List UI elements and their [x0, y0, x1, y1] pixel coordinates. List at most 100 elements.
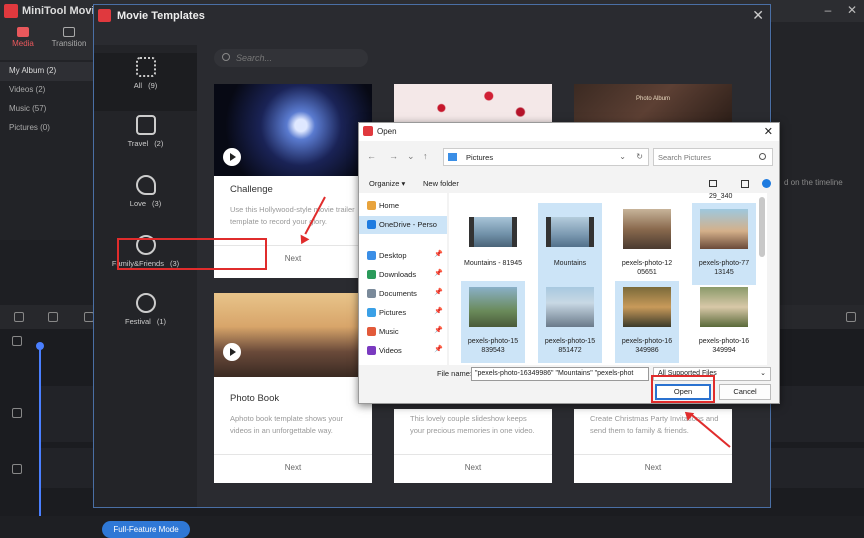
template-card-christmas[interactable]: Create Christmas Party Invitations and s…	[574, 409, 732, 483]
redo-icon[interactable]	[48, 312, 58, 322]
template-card-love-top[interactable]	[394, 84, 552, 124]
pin-icon[interactable]: 📌	[434, 345, 443, 353]
pin-icon[interactable]: 📌	[434, 269, 443, 277]
pin-icon[interactable]: 📌	[434, 326, 443, 334]
window-close-icon[interactable]: ✕	[842, 3, 862, 17]
pin-icon[interactable]: 📌	[434, 288, 443, 296]
next-button[interactable]: Next	[574, 454, 732, 480]
play-icon[interactable]	[223, 148, 241, 166]
back-arrow-icon[interactable]: ←	[367, 151, 376, 161]
search-input[interactable]: Search Pictures	[653, 148, 773, 166]
next-button[interactable]: Next	[394, 454, 552, 480]
next-button[interactable]: Next	[214, 454, 372, 480]
template-card-album-top[interactable]: Photo Album	[574, 84, 732, 124]
refresh-icon[interactable]: ↻	[636, 152, 643, 161]
template-thumbnail: Photo Album	[574, 84, 732, 124]
file-tile[interactable]: pexels-photo-77 13145	[692, 203, 756, 285]
full-feature-mode-button[interactable]: Full-Feature Mode	[102, 521, 190, 538]
chevron-down-icon[interactable]: ⌄	[619, 152, 626, 161]
library-item-music[interactable]: Music (57)	[0, 100, 95, 119]
pictures-icon	[367, 308, 376, 317]
minimize-icon[interactable]: –	[818, 3, 838, 17]
library-item-pictures[interactable]: Pictures (0)	[0, 119, 95, 138]
nav-item-downloads[interactable]: Downloads 📌	[359, 266, 447, 284]
dialog-toolbar: Organize ▾ New folder	[359, 175, 779, 193]
chevron-down-icon[interactable]: ⌄	[407, 151, 415, 162]
category-travel[interactable]: Travel (2)	[94, 111, 197, 169]
nav-item-music[interactable]: Music 📌	[359, 323, 447, 341]
path-breadcrumb[interactable]: Pictures ⌄ ↻	[443, 148, 649, 166]
category-count: (1)	[156, 317, 166, 326]
tab-transition-label: Transition	[51, 39, 87, 48]
file-tile[interactable]: pexels-photo-15 839543	[461, 281, 525, 363]
file-tile[interactable]: Mountains - 81945	[461, 203, 525, 285]
download-icon	[367, 270, 376, 279]
new-folder-button[interactable]: New folder	[423, 179, 459, 188]
nav-item-videos[interactable]: Videos 📌	[359, 342, 447, 360]
nav-item-documents[interactable]: Documents 📌	[359, 285, 447, 303]
music-track-icon	[12, 464, 22, 474]
thumbnail-caption: Photo Album	[636, 96, 671, 102]
library-item-videos[interactable]: Videos (2)	[0, 81, 95, 100]
up-arrow-icon[interactable]: ↑	[423, 151, 428, 161]
template-card-couple[interactable]: This lovely couple slideshow keeps your …	[394, 409, 552, 483]
library-item-my-album[interactable]: My Album (2)	[0, 62, 95, 81]
video-icon	[367, 346, 376, 355]
file-tile[interactable]: pexels-photo-16 349994	[692, 281, 756, 363]
play-icon[interactable]	[223, 343, 241, 361]
nav-item-onedrive[interactable]: OneDrive - Perso	[359, 216, 447, 234]
file-tile[interactable]: pexels-photo-15 851472	[538, 281, 602, 363]
template-card-photo-book[interactable]: Photo Book Aphoto book template shows yo…	[214, 293, 372, 483]
file-tile[interactable]: pexels-photo-16 349986	[615, 281, 679, 363]
preview-pane-icon[interactable]	[741, 180, 749, 188]
template-search[interactable]: Search...	[214, 49, 368, 67]
heart-icon	[135, 175, 156, 195]
category-all[interactable]: All (9)	[94, 53, 197, 111]
file-label: pexels-photo-15 839543	[467, 338, 519, 354]
organize-menu[interactable]: Organize ▾	[369, 179, 405, 188]
template-description: Aphoto book template shows your videos i…	[230, 414, 343, 435]
category-label: All	[133, 81, 143, 90]
tab-media[interactable]: Media	[0, 25, 46, 48]
pin-icon[interactable]: 📌	[434, 307, 443, 315]
close-icon[interactable]: ✕	[764, 125, 773, 138]
photo-thumbnail	[469, 287, 517, 327]
forward-arrow-icon[interactable]: →	[389, 151, 398, 161]
tab-transition[interactable]: Transition	[46, 25, 92, 48]
suitcase-icon	[135, 115, 156, 135]
file-name-input[interactable]: "pexels-photo-16349986" "Mountains" "pex…	[471, 367, 649, 381]
file-tile[interactable]: Mountains	[538, 203, 602, 285]
close-icon[interactable]: ✕	[752, 7, 764, 24]
photo-thumbnail	[623, 209, 671, 249]
playhead-handle[interactable]	[36, 342, 44, 350]
help-icon[interactable]	[762, 179, 771, 188]
add-track-icon[interactable]	[12, 336, 22, 346]
undo-icon[interactable]	[14, 312, 24, 322]
video-thumbnail	[546, 217, 594, 247]
category-love[interactable]: Love (3)	[94, 171, 197, 229]
search-icon	[222, 53, 230, 61]
nav-item-label: Desktop	[379, 251, 407, 260]
nav-item-desktop[interactable]: Desktop 📌	[359, 247, 447, 265]
nav-item-home[interactable]: Home	[359, 197, 447, 215]
cancel-button[interactable]: Cancel	[719, 384, 771, 400]
category-label: Festival	[124, 317, 151, 326]
file-tile[interactable]: pexels-photo-12 05651	[615, 203, 679, 285]
path-text: Pictures	[466, 153, 494, 162]
category-festival[interactable]: Festival (1)	[94, 289, 197, 347]
view-icon[interactable]	[709, 180, 717, 187]
timeline-settings-icon[interactable]	[846, 312, 856, 322]
pin-icon[interactable]: 📌	[434, 250, 443, 258]
file-label: Mountains	[553, 260, 587, 267]
scrollbar[interactable]	[759, 197, 765, 257]
preview-pane: d on the timeline	[772, 22, 864, 307]
timeline-hint: d on the timeline	[784, 178, 843, 187]
document-icon	[367, 289, 376, 298]
playhead[interactable]	[39, 344, 41, 516]
photo-thumbnail	[700, 209, 748, 249]
nav-item-pictures[interactable]: Pictures 📌	[359, 304, 447, 322]
nav-item-label: Music	[379, 327, 399, 336]
media-icon	[17, 27, 29, 37]
app-logo-icon	[98, 9, 111, 22]
grid-icon	[135, 57, 156, 77]
